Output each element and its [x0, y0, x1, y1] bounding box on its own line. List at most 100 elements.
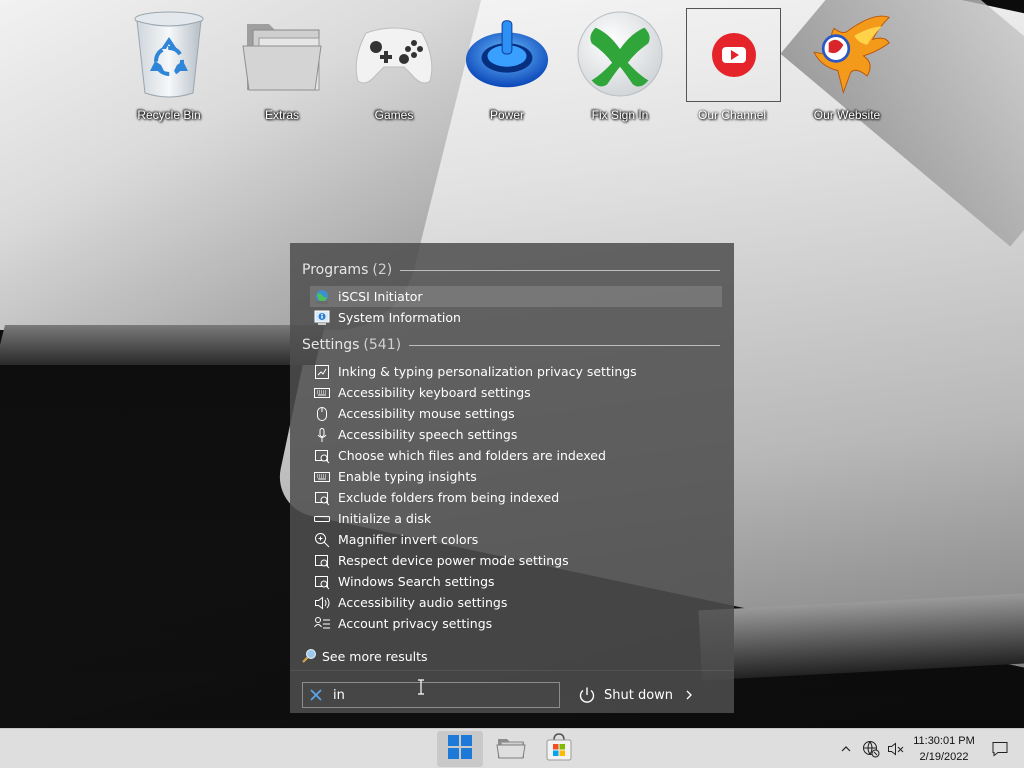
- xbox-icon: [576, 8, 664, 100]
- system-info-icon: [314, 310, 330, 326]
- power-button-icon: [578, 686, 596, 704]
- result-accessibility-keyboard[interactable]: Accessibility keyboard settings: [310, 382, 722, 403]
- desktop-icon-label: Our Website: [813, 108, 881, 122]
- result-accessibility-speech[interactable]: Accessibility speech settings: [310, 424, 722, 445]
- result-iscsi-initiator[interactable]: iSCSI Initiator: [310, 286, 722, 307]
- start-button[interactable]: [437, 731, 483, 767]
- keyboard-icon: [314, 385, 330, 401]
- result-label: Choose which files and folders are index…: [338, 448, 606, 463]
- result-label: iSCSI Initiator: [338, 289, 423, 304]
- search-index-icon: [314, 553, 330, 569]
- clock-date: 2/19/2022: [919, 751, 969, 763]
- desktop-icon-label: Recycle Bin: [137, 108, 201, 122]
- desktop-icon-fix-sign-in[interactable]: Fix Sign In: [565, 4, 675, 134]
- recycle-bin-icon: [125, 8, 213, 100]
- power-icon: [463, 8, 551, 100]
- speaker-icon: [314, 595, 330, 611]
- chevron-right-icon[interactable]: [683, 689, 695, 701]
- taskbar: 11:30:01 PM 2/19/2022: [0, 728, 1024, 768]
- result-enable-typing-insights[interactable]: Enable typing insights: [310, 466, 722, 487]
- youtube-icon: [704, 25, 764, 85]
- result-label: System Information: [338, 310, 461, 325]
- result-label: Accessibility audio settings: [338, 595, 508, 610]
- chevron-up-icon[interactable]: [837, 740, 855, 758]
- see-more-results-link[interactable]: See more results: [302, 646, 428, 666]
- result-accessibility-mouse[interactable]: Accessibility mouse settings: [310, 403, 722, 424]
- desktop-icon-label: Power: [489, 108, 524, 122]
- desktop-icon-games[interactable]: Games: [339, 4, 449, 134]
- desktop-icon-label: Our Channel: [698, 108, 767, 122]
- panel-divider: [290, 670, 734, 671]
- result-label: Accessibility mouse settings: [338, 406, 515, 421]
- group-divider: [400, 269, 720, 271]
- desktop-icon-extras[interactable]: Extras: [227, 4, 337, 134]
- system-clock[interactable]: 11:30:01 PM 2/19/2022: [906, 733, 982, 765]
- desktop-icon-label: Games: [374, 108, 414, 122]
- magnifier-icon: [314, 532, 330, 548]
- result-label: Initialize a disk: [338, 511, 432, 526]
- search-box[interactable]: [302, 682, 560, 708]
- settings-group-header: Settings (541): [302, 335, 720, 355]
- windows-logo-icon: [447, 734, 473, 764]
- group-count: (541): [363, 337, 402, 353]
- globe-network-icon: [314, 289, 330, 305]
- result-exclude-folders-indexing[interactable]: Exclude folders from being indexed: [310, 487, 722, 508]
- result-label: Account privacy settings: [338, 616, 493, 631]
- microphone-icon: [314, 427, 330, 443]
- taskbar-file-explorer[interactable]: [488, 731, 534, 767]
- desktop-icon-label: Fix Sign In: [591, 108, 649, 122]
- result-system-information[interactable]: System Information: [310, 307, 722, 328]
- account-list-icon: [314, 616, 330, 632]
- search-input[interactable]: [333, 685, 559, 705]
- result-label: Windows Search settings: [338, 574, 495, 589]
- group-divider: [409, 344, 720, 346]
- result-respect-power-mode[interactable]: Respect device power mode settings: [310, 550, 722, 571]
- search-index-icon: [314, 490, 330, 506]
- search-icon: [302, 648, 318, 664]
- result-accessibility-audio[interactable]: Accessibility audio settings: [310, 592, 722, 613]
- result-inking-typing-privacy[interactable]: Inking & typing personalization privacy …: [310, 361, 722, 382]
- result-magnifier-invert-colors[interactable]: Magnifier invert colors: [310, 529, 722, 550]
- gamepad-icon: [350, 8, 438, 100]
- clear-search-icon[interactable]: [305, 684, 327, 706]
- shut-down-button[interactable]: Shut down: [578, 683, 698, 707]
- desktop-icon-power[interactable]: Power: [452, 4, 562, 134]
- result-windows-search-settings[interactable]: Windows Search settings: [310, 571, 722, 592]
- result-choose-indexed-folders[interactable]: Choose which files and folders are index…: [310, 445, 722, 466]
- group-count: (2): [372, 262, 393, 278]
- desktop-icon-recycle-bin[interactable]: Recycle Bin: [114, 4, 224, 134]
- text-cursor-icon: [416, 679, 426, 699]
- see-more-label: See more results: [322, 648, 428, 664]
- network-globe-icon[interactable]: [862, 740, 880, 758]
- result-account-privacy[interactable]: Account privacy settings: [310, 613, 722, 634]
- folder-stack-icon: [238, 8, 326, 100]
- group-title: Programs: [302, 262, 369, 278]
- desktop-icon-our-channel[interactable]: [686, 8, 781, 102]
- result-initialize-disk[interactable]: Initialize a disk: [310, 508, 722, 529]
- search-index-icon: [314, 574, 330, 590]
- taskbar-microsoft-store[interactable]: [536, 731, 582, 767]
- keyboard-icon: [314, 469, 330, 485]
- disk-icon: [314, 511, 330, 527]
- notification-icon[interactable]: [991, 740, 1009, 758]
- phoenix-logo-icon: [803, 8, 891, 100]
- volume-muted-icon[interactable]: [887, 740, 905, 758]
- shut-down-label: Shut down: [604, 687, 674, 703]
- result-label: Inking & typing personalization privacy …: [338, 364, 637, 379]
- desktop-icon-our-website[interactable]: Our Website: [792, 4, 902, 134]
- result-label: Accessibility speech settings: [338, 427, 518, 442]
- result-label: Exclude folders from being indexed: [338, 490, 560, 505]
- group-title: Settings: [302, 337, 360, 353]
- mouse-icon: [314, 406, 330, 422]
- desktop-icon-label: Extras: [264, 108, 299, 122]
- result-label: Respect device power mode settings: [338, 553, 569, 568]
- wallpaper-shape: [0, 325, 325, 365]
- folder-icon: [496, 733, 526, 765]
- inking-icon: [314, 364, 330, 380]
- search-results-panel: Programs (2) iSCSI Initiator System Info…: [290, 243, 734, 713]
- store-bag-icon: [544, 732, 574, 766]
- programs-group-header: Programs (2): [302, 260, 720, 280]
- result-label: Magnifier invert colors: [338, 532, 479, 547]
- result-label: Enable typing insights: [338, 469, 477, 484]
- search-index-icon: [314, 448, 330, 464]
